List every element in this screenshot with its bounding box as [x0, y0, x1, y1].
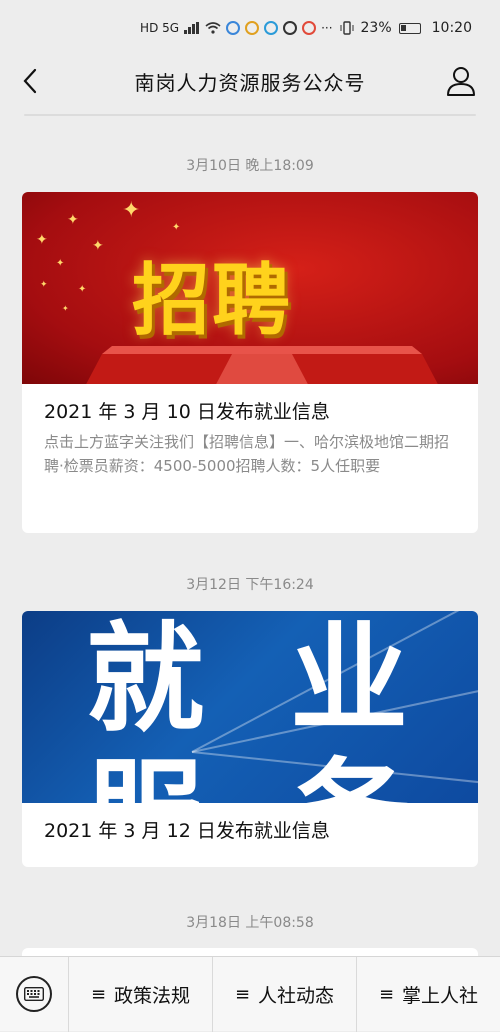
article-banner-employment: 就 业 服 务 — [22, 611, 478, 803]
menu-icon: ≡ — [378, 983, 395, 1005]
vibrate-icon — [340, 21, 354, 35]
message-timestamp: 3月10日 晚上18:09 — [186, 158, 314, 174]
banner-headline: 招聘 — [132, 256, 293, 346]
app-notification-icon — [302, 21, 317, 35]
signal-icons: HD 5G ··· — [140, 21, 333, 35]
back-button[interactable] — [14, 64, 48, 98]
status-bar: HD 5G ··· 23% 10:20 — [0, 0, 500, 56]
star-decoration: ✦ — [36, 232, 48, 248]
keyboard-toggle-button[interactable] — [0, 957, 68, 1032]
message-timestamp: 3月12日 下午16:24 — [186, 577, 314, 593]
app-notification-icon — [264, 21, 279, 35]
article-summary: 点击上方蓝字关注我们【招聘信息】一、哈尔滨极地馆二期招聘·检票员薪资：4500-… — [44, 433, 450, 475]
star-decoration: ✦ — [122, 198, 141, 223]
menu-item-label: 政策法规 — [114, 984, 191, 1007]
star-decoration: ✦ — [62, 304, 69, 313]
menu-item-mobile-service[interactable]: ≡ 掌上人社 — [356, 956, 500, 1032]
user-icon — [447, 67, 475, 96]
app-header: 南岗人力资源服务公众号 — [0, 56, 500, 106]
clock: 10:20 — [431, 20, 472, 36]
article-title: 2021 年 3 月 12 日发布就业信息 — [44, 820, 330, 842]
banner-char: 务 — [290, 719, 408, 803]
message-timestamp: 3月18日 上午08:58 — [186, 915, 314, 931]
article-title: 2021 年 3 月 10 日发布就业信息 — [44, 401, 330, 423]
banner-char: 服 — [86, 719, 204, 803]
page-title: 南岗人力资源服务公众号 — [134, 70, 366, 95]
chevron-left-icon — [23, 68, 37, 94]
menu-item-label: 人社动态 — [258, 984, 335, 1007]
menu-item-news[interactable]: ≡ 人社动态 — [212, 956, 356, 1032]
star-decoration: ✦ — [172, 222, 181, 233]
star-decoration: ✦ — [92, 238, 104, 254]
menu-icon: ≡ — [90, 983, 107, 1005]
battery-percent: 23% — [360, 20, 392, 36]
menu-item-label: 掌上人社 — [402, 984, 479, 1007]
network-indicator: HD 5G — [140, 21, 180, 35]
app-notification-icon — [245, 21, 260, 35]
header-divider — [24, 114, 476, 116]
wifi-icon — [205, 22, 221, 34]
app-notification-icon — [226, 21, 241, 35]
article-card[interactable]: 就 业 服 务 2021 年 3 月 12 日发布就业信息 — [22, 611, 478, 867]
bottom-menu-bar: ≡ 政策法规 ≡ 人社动态 ≡ 掌上人社 — [0, 956, 500, 1032]
star-decoration: ✦ — [56, 258, 65, 269]
star-decoration: ✦ — [78, 284, 87, 295]
star-decoration: ✦ — [67, 212, 79, 228]
app-notification-icon — [283, 21, 298, 35]
profile-button[interactable] — [444, 64, 478, 98]
more-notifications: ··· — [321, 21, 333, 35]
battery-icon — [398, 22, 421, 34]
menu-icon: ≡ — [234, 983, 251, 1005]
keyboard-icon — [16, 976, 52, 1012]
star-decoration: ✦ — [40, 280, 48, 290]
signal-icon — [184, 22, 200, 34]
article-card[interactable]: ✦ ✦ ✦ ✦ ✦ ✦ ✦ ✦ ✦ 招聘 2021 年 3 月 10 日发布就业… — [22, 192, 478, 533]
article-banner-recruitment: ✦ ✦ ✦ ✦ ✦ ✦ ✦ ✦ ✦ 招聘 — [22, 192, 478, 384]
menu-item-policy[interactable]: ≡ 政策法规 — [68, 956, 212, 1032]
